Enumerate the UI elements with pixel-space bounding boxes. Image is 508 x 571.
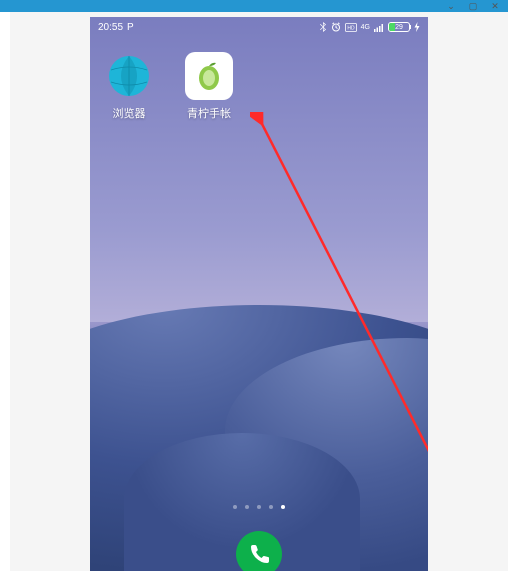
hd-icon: HD: [345, 23, 357, 32]
page-dot[interactable]: [269, 505, 273, 509]
maximize-button[interactable]: ▢: [468, 1, 478, 11]
bluetooth-icon: [319, 22, 327, 32]
phone-screenshot: 20:55 P HD 4G 29: [90, 17, 428, 571]
status-carrier: P: [127, 22, 134, 33]
charge-icon: [414, 22, 420, 32]
page-dot[interactable]: [257, 505, 261, 509]
network-type-icon: 4G: [361, 24, 370, 31]
left-sidebar-strip: [0, 12, 10, 571]
close-button[interactable]: ✕: [490, 1, 500, 11]
phone-app-button[interactable]: [236, 531, 282, 571]
app-lime-diary[interactable]: 青柠手帐: [180, 52, 238, 121]
browser-icon: [105, 52, 153, 100]
battery-indicator: 29: [388, 22, 410, 32]
home-app-grid: 浏览器 青柠手帐: [100, 52, 238, 121]
page-dot[interactable]: [233, 505, 237, 509]
page-dot-active[interactable]: [281, 505, 285, 509]
dock: [90, 516, 428, 571]
minimize-button[interactable]: ⌄: [446, 1, 456, 11]
status-bar: 20:55 P HD 4G 29: [90, 17, 428, 37]
page-indicator: [90, 505, 428, 509]
phone-icon: [248, 543, 270, 565]
signal-icon: [374, 23, 384, 32]
alarm-icon: [331, 22, 341, 32]
lime-diary-icon: [185, 52, 233, 100]
status-time: 20:55: [98, 22, 123, 33]
app-browser[interactable]: 浏览器: [100, 52, 158, 121]
svg-text:HD: HD: [347, 25, 355, 31]
page-dot[interactable]: [245, 505, 249, 509]
app-label: 青柠手帐: [187, 105, 231, 121]
window-titlebar: ⌄ ▢ ✕: [0, 0, 508, 12]
app-label: 浏览器: [113, 105, 146, 121]
battery-percentage: 29: [395, 24, 403, 31]
